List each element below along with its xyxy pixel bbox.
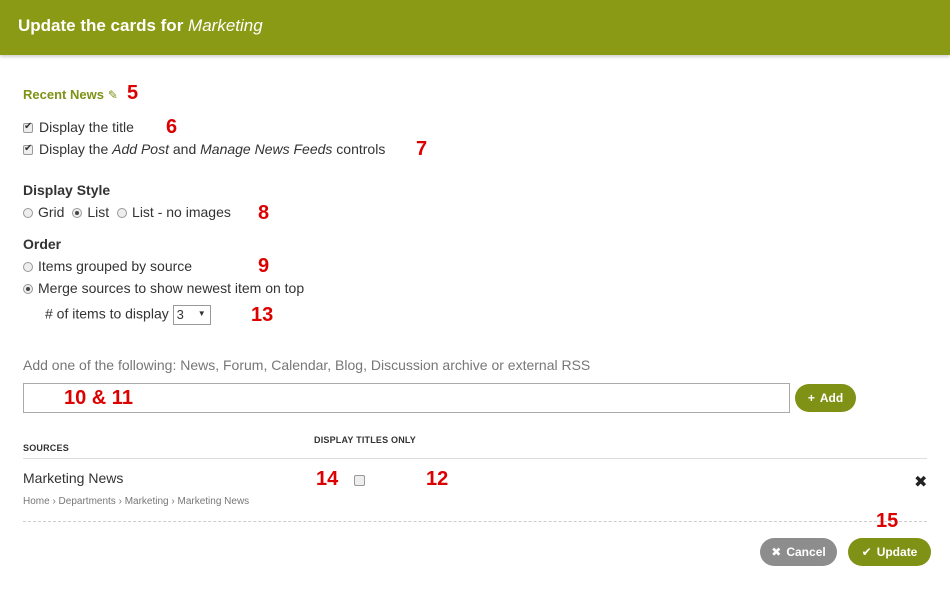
annotation-7: 7 <box>416 138 428 160</box>
controls-label-suffix: controls <box>332 141 386 157</box>
cancel-button-label: Cancel <box>786 545 826 559</box>
style-option-list-no-images[interactable]: List - no images <box>117 204 231 220</box>
order-heading: Order <box>23 236 62 252</box>
titles-only-option[interactable] <box>354 472 371 490</box>
check-icon: ✔ <box>861 545 872 559</box>
order-merge-label: Merge sources to show newest item on top <box>38 280 305 296</box>
add-source-hint: Add one of the following: News, Forum, C… <box>23 357 591 373</box>
table-header-divider <box>23 458 927 459</box>
annotation-5: 5 <box>127 82 139 104</box>
update-button-label: Update <box>876 545 918 559</box>
card-name: Recent News <box>23 87 104 102</box>
annotation-14: 14 <box>316 468 339 490</box>
annotation-12: 12 <box>426 468 449 490</box>
style-list-no-images-label: List - no images <box>132 204 231 220</box>
order-grouped-radio[interactable] <box>23 262 33 272</box>
x-icon: ✖ <box>771 545 782 559</box>
order-option-grouped[interactable]: Items grouped by source <box>23 258 192 274</box>
annotation-6: 6 <box>166 116 178 138</box>
style-option-grid[interactable]: Grid <box>23 204 64 220</box>
source-row-breadcrumb: Home › Departments › Marketing › Marketi… <box>23 496 250 507</box>
column-header-sources: SOURCES <box>23 443 69 453</box>
display-title-label: Display the title <box>39 119 134 135</box>
items-to-display-value: 3 <box>176 307 184 322</box>
update-button[interactable]: ✔ Update <box>848 538 931 566</box>
display-style-heading: Display Style <box>23 182 111 198</box>
order-grouped-label: Items grouped by source <box>38 258 193 274</box>
title-group-name: Marketing <box>188 16 263 35</box>
controls-label-and: and <box>168 141 201 157</box>
display-title-option[interactable]: Display the title <box>23 119 134 135</box>
table-row-divider <box>23 521 927 522</box>
add-button-label: Add <box>819 391 844 405</box>
items-to-display-select[interactable]: 3 ▼ <box>172 305 211 325</box>
titles-only-checkbox[interactable] <box>354 475 365 486</box>
style-list-no-images-radio[interactable] <box>117 208 128 218</box>
items-to-display-label: # of items to display <box>45 305 169 322</box>
style-grid-label: Grid <box>38 204 65 220</box>
annotation-8: 8 <box>258 202 270 224</box>
display-controls-option[interactable]: Display the Add Post and Manage News Fee… <box>23 141 385 157</box>
source-row-name: Marketing News <box>23 470 124 486</box>
style-list-radio[interactable] <box>72 208 83 218</box>
cancel-button[interactable]: ✖ Cancel <box>760 538 837 566</box>
display-style-options: Grid List List - no images <box>23 204 231 220</box>
column-header-display-titles-only: DISPLAY TITLES ONLY <box>314 435 416 445</box>
style-list-label: List <box>87 204 110 220</box>
pencil-icon[interactable]: ✎ <box>108 88 118 102</box>
title-prefix: Update the cards for <box>18 16 189 35</box>
order-merge-radio[interactable] <box>23 284 33 294</box>
dropdown-arrow-icon: ▼ <box>197 309 206 318</box>
style-option-list[interactable]: List <box>72 204 109 220</box>
dialog-header: Update the cards for Marketing <box>0 0 950 55</box>
annotation-13: 13 <box>251 304 274 326</box>
add-source-button[interactable]: + Add <box>795 384 856 412</box>
source-search-input[interactable] <box>23 383 790 413</box>
annotation-15: 15 <box>876 510 899 532</box>
order-option-merge[interactable]: Merge sources to show newest item on top <box>23 280 304 296</box>
display-controls-checkbox[interactable] <box>23 143 33 155</box>
items-to-display-row: # of items to display 3 ▼ <box>45 305 211 325</box>
style-grid-radio[interactable] <box>23 208 33 218</box>
annotation-10-11: 10 & 11 <box>64 387 133 409</box>
remove-source-icon[interactable]: ✖ <box>914 472 927 492</box>
dialog-title: Update the cards for Marketing <box>18 16 263 36</box>
controls-label-manage-feeds: Manage News Feeds <box>200 141 333 157</box>
controls-label-add-post: Add Post <box>112 141 169 157</box>
display-title-checkbox[interactable] <box>23 121 33 133</box>
annotation-9: 9 <box>258 255 270 277</box>
plus-icon: + <box>807 391 815 405</box>
controls-label-prefix: Display the <box>39 141 113 157</box>
card-name-row: Recent News ✎ <box>23 86 118 104</box>
